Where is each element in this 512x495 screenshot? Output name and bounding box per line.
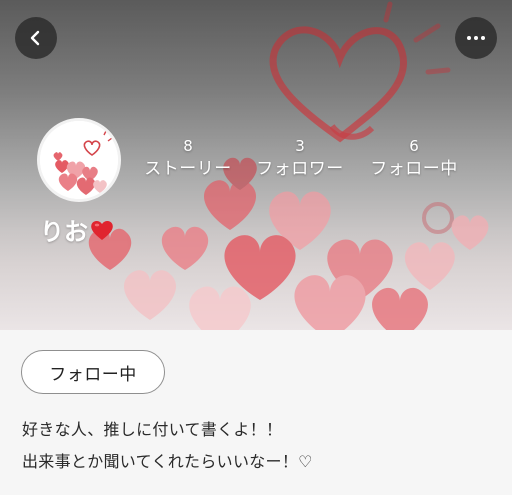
stat-stories[interactable]: 8 ストーリー [140,136,236,182]
bio-line: 好きな人、推しに付いて書くよ！！ [22,420,283,439]
back-button[interactable] [15,17,57,59]
profile-bio: 好きな人、推しに付いて書くよ！！ 出来事とか聞いてくれたらいいなー！♡ [22,414,313,478]
profile-header: りお 8 ストーリー 3 フォロワー 6 フォロー中 [0,0,512,330]
more-options-button[interactable] [455,17,497,59]
bio-line: 出来事とか聞いてくれたらいいなー！♡ [22,452,313,471]
stat-followers-label: フォロワー [256,159,344,179]
heart-emoji-icon [91,220,113,240]
profile-name: りお [40,212,114,247]
stat-stories-count: 8 [183,137,193,155]
chevron-left-icon [30,30,40,46]
stat-stories-label: ストーリー [144,159,232,179]
more-horizontal-icon [467,36,485,40]
stat-following[interactable]: 6 フォロー中 [366,136,462,182]
stat-following-count: 6 [409,137,419,155]
stat-followers-count: 3 [295,137,305,155]
avatar-image [40,121,118,199]
stat-followers[interactable]: 3 フォロワー [252,136,348,182]
avatar[interactable] [37,118,121,202]
profile-name-text: りお [40,218,88,246]
following-button[interactable]: フォロー中 [21,350,165,394]
stat-following-label: フォロー中 [370,159,458,179]
